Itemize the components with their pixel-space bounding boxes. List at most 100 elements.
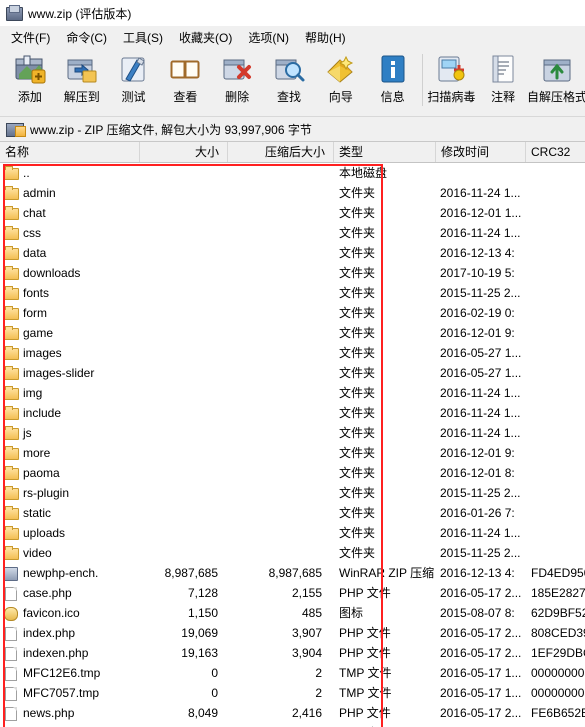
column-type[interactable]: 类型 [334,142,436,162]
file-name-cell[interactable]: admin [0,183,140,203]
column-name[interactable]: 名称 [0,142,140,162]
file-name-cell[interactable]: fonts [0,283,140,303]
file-name-cell[interactable]: indexen.php [0,643,140,663]
table-row[interactable]: case.php 7,128 2,155 PHP 文件 2016-05-17 2... 1… [0,583,585,603]
table-row[interactable]: css 文件夹 2016-11-24 1... [0,223,585,243]
table-row[interactable]: admin 文件夹 2016-11-24 1... [0,183,585,203]
table-row[interactable]: include 文件夹 2016-11-24 1... [0,403,585,423]
file-name-cell[interactable]: include [0,403,140,423]
toolbar-extract-to[interactable]: 解压到 [56,50,108,105]
file-modified-cell: 2016-05-17 2... [440,706,522,720]
toolbar-view[interactable]: 查看 [159,50,211,105]
menu-help[interactable]: 帮助(H) [298,27,353,48]
file-name-cell[interactable]: game [0,323,140,343]
table-row[interactable]: paoma 文件夹 2016-12-01 8: [0,463,585,483]
table-row[interactable]: rs-plugin 文件夹 2015-11-25 2... [0,483,585,503]
file-crc-cell [531,383,585,403]
file-name-cell[interactable]: .. [0,163,140,183]
file-name-cell[interactable]: uploads [0,523,140,543]
file-size-cell [140,363,228,383]
toolbar-find[interactable]: 查找 [263,50,315,105]
file-packed-cell [228,183,334,203]
table-row[interactable]: .. 本地磁盘 [0,163,585,183]
file-name-cell[interactable]: MFC7057.tmp [0,683,140,703]
table-row[interactable]: uploads 文件夹 2016-11-24 1... [0,523,585,543]
table-row[interactable]: chat 文件夹 2016-12-01 1... [0,203,585,223]
file-name-label: chat [23,206,46,220]
menu-file[interactable]: 文件(F) [4,27,57,48]
table-row[interactable]: more 文件夹 2016-12-01 9: [0,443,585,463]
table-row[interactable]: images 文件夹 2016-05-27 1... [0,343,585,363]
table-row[interactable]: favicon.ico 1,150 485 图标 2015-08-07 8: 62D9BF… [0,603,585,623]
menu-options[interactable]: 选项(N) [241,27,296,48]
table-row[interactable]: newsshow.php 8,8902,751PHP 文件2016-05-18 0… [0,723,585,727]
table-row[interactable]: static 文件夹 2016-01-26 7: [0,503,585,523]
file-name-cell[interactable]: paoma [0,463,140,483]
table-row[interactable]: downloads 文件夹 2017-10-19 5: [0,263,585,283]
table-row[interactable]: data 文件夹 2016-12-13 4: [0,243,585,263]
file-name-cell[interactable]: css [0,223,140,243]
toolbar-sfx[interactable]: 自解压格式 [527,50,585,105]
table-row[interactable]: video 文件夹 2015-11-25 2... [0,543,585,563]
table-row[interactable]: form 文件夹 2016-02-19 0: [0,303,585,323]
file-name-cell[interactable]: form [0,303,140,323]
folder-up-icon [4,166,19,180]
column-crc32[interactable]: CRC32 [526,142,585,162]
file-name-cell[interactable]: more [0,443,140,463]
file-list[interactable]: .. 本地磁盘 admin 文件夹 2016-11-24 1... chat 文件夹 2016… [0,163,585,727]
file-modified-cell: 2015-11-25 2... [440,286,521,300]
file-name-cell[interactable]: img [0,383,140,403]
toolbar-comment[interactable]: 注释 [477,50,529,105]
file-name-cell[interactable]: chat [0,203,140,223]
table-row[interactable]: js 文件夹 2016-11-24 1... [0,423,585,443]
table-row[interactable]: MFC12E6.tmp 0 2 TMP 文件 2016-05-17 1... 000000… [0,663,585,683]
toolbar-virus-scan[interactable]: 扫描病毒 [425,50,477,105]
file-name-cell[interactable]: images [0,343,140,363]
toolbar-delete[interactable]: 删除 [211,50,263,105]
path-bar[interactable]: www.zip - ZIP 压缩文件, 解包大小为 93,997,906 字节 [0,117,585,142]
file-name-cell[interactable]: data [0,243,140,263]
table-row[interactable]: fonts 文件夹 2015-11-25 2... [0,283,585,303]
file-name-cell[interactable]: news.php [0,703,140,723]
file-type-cell: 文件夹 [339,306,376,320]
table-row[interactable]: images-slider 文件夹 2016-05-27 1... [0,363,585,383]
table-row[interactable]: news.php 8,049 2,416 PHP 文件 2016-05-17 2... F… [0,703,585,723]
column-modified[interactable]: 修改时间 [436,142,526,162]
file-name-cell[interactable]: newsshow.php [0,723,140,727]
archive-path-icon [6,121,26,137]
file-size-cell [140,463,228,483]
toolbar-comment-label: 注释 [491,90,516,104]
file-modified-cell: 2016-05-27 1... [440,366,522,380]
file-name-cell[interactable]: MFC12E6.tmp [0,663,140,683]
menu-favorites[interactable]: 收藏夹(O) [172,27,239,48]
menu-commands[interactable]: 命令(C) [59,27,114,48]
file-name-cell[interactable]: newphp-ench. [0,563,140,583]
menu-tools[interactable]: 工具(S) [116,27,170,48]
file-name-cell[interactable]: downloads [0,263,140,283]
file-type-cell: 文件夹 [339,446,376,460]
file-name-cell[interactable]: rs-plugin [0,483,140,503]
table-row[interactable]: newphp-ench. 8,987,685 8,987,685 WinRAR ZIP… [0,563,585,583]
table-row[interactable]: img 文件夹 2016-11-24 1... [0,383,585,403]
file-name-cell[interactable]: favicon.ico [0,603,140,623]
file-modified-cell: 2016-12-01 1... [440,206,522,220]
file-name-cell[interactable]: static [0,503,140,523]
column-packed[interactable]: 压缩后大小 [228,142,334,162]
toolbar-wizard[interactable]: 向导 [315,50,367,105]
file-name-label: video [23,546,52,560]
file-name-cell[interactable]: js [0,423,140,443]
table-row[interactable]: index.php 19,069 3,907 PHP 文件 2016-05-17 2..… [0,623,585,643]
file-name-cell[interactable]: index.php [0,623,140,643]
column-size[interactable]: 大小 [140,142,228,162]
file-name-cell[interactable]: video [0,543,140,563]
file-modified-cell: 2016-02-19 0: [440,306,515,320]
table-row[interactable]: game 文件夹 2016-12-01 9: [0,323,585,343]
file-name-cell[interactable]: images-slider [0,363,140,383]
toolbar-info[interactable]: 信息 [367,50,419,105]
file-name-cell[interactable]: case.php [0,583,140,603]
toolbar-add[interactable]: 添加 [4,50,56,105]
file-modified-cell: 2016-05-17 1... [440,666,522,680]
table-row[interactable]: MFC7057.tmp 0 2 TMP 文件 2016-05-17 1... 000000… [0,683,585,703]
toolbar-test[interactable]: 测试 [108,50,160,105]
table-row[interactable]: indexen.php 19,163 3,904 PHP 文件 2016-05-17 2… [0,643,585,663]
